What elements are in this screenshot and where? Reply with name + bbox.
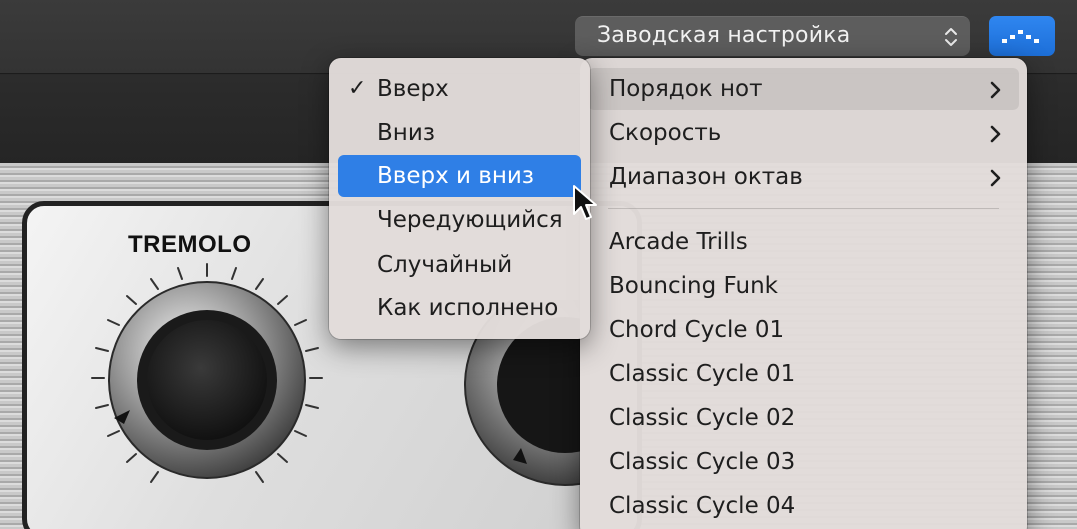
updown-arrows-icon — [945, 28, 957, 46]
preset-item-label: Classic Cycle 01 — [609, 361, 796, 387]
preset-select-value: Заводская настройка — [597, 23, 851, 48]
menu-separator — [608, 208, 999, 209]
arpeggiator-icon — [1002, 30, 1039, 43]
submenu-item-up[interactable]: ✓ Вверх — [338, 68, 581, 110]
preset-item-label: Classic Cycle 03 — [609, 449, 796, 475]
submenu-item-label: Вверх — [377, 76, 449, 102]
menu-item-octave-range[interactable]: Диапазон октав — [588, 156, 1019, 198]
chevron-right-icon — [990, 81, 1001, 99]
preset-item[interactable]: Classic Cycle 02 — [588, 397, 1019, 439]
preset-item-label: Arcade Trills — [609, 229, 748, 255]
submenu-item-label: Чередующийся — [377, 207, 563, 233]
menu-item-label: Скорость — [609, 120, 722, 146]
preset-item[interactable]: Classic Cycle 04 — [588, 485, 1019, 527]
menu-item-rate[interactable]: Скорость — [588, 112, 1019, 154]
preset-item-label: Chord Cycle 01 — [609, 317, 785, 343]
preset-item[interactable]: Classic Cycle 03 — [588, 441, 1019, 483]
submenu-item-as-played[interactable]: Как исполнено — [338, 287, 581, 329]
note-order-submenu: ✓ Вверх Вниз Вверх и вниз Чередующийся С… — [329, 58, 590, 339]
chevron-right-icon — [990, 125, 1001, 143]
menu-item-label: Порядок нот — [609, 76, 763, 102]
chevron-right-icon — [990, 169, 1001, 187]
mouse-cursor-icon — [573, 185, 597, 220]
submenu-item-label: Как исполнено — [377, 295, 559, 321]
submenu-item-label: Случайный — [377, 252, 513, 278]
submenu-item-label: Вниз — [377, 120, 435, 146]
arpeggiator-button[interactable] — [989, 16, 1055, 56]
preset-item[interactable]: Chord Cycle 01 — [588, 309, 1019, 351]
menu-item-label: Диапазон октав — [609, 164, 803, 190]
preset-item-label: Classic Cycle 02 — [609, 405, 796, 431]
preset-item[interactable]: Arcade Trills — [588, 221, 1019, 263]
preset-item[interactable]: Bouncing Funk — [588, 265, 1019, 307]
menu-item-note-order[interactable]: Порядок нот — [588, 68, 1019, 110]
preset-select[interactable]: Заводская настройка — [575, 16, 970, 56]
preset-item[interactable]: Classic Cycle 01 — [588, 353, 1019, 395]
submenu-item-alternating[interactable]: Чередующийся — [338, 199, 581, 241]
tremolo-knob[interactable] — [82, 258, 332, 529]
submenu-item-down[interactable]: Вниз — [338, 112, 581, 154]
submenu-item-label: Вверх и вниз — [377, 163, 535, 189]
checkmark-icon: ✓ — [348, 76, 367, 101]
preset-menu: Порядок нот Скорость Диапазон октав Arca… — [580, 58, 1027, 529]
submenu-item-up-and-down[interactable]: Вверх и вниз — [338, 155, 581, 197]
preset-item-label: Classic Cycle 04 — [609, 493, 796, 519]
panel-title: TREMOLO — [128, 231, 252, 258]
preset-item-label: Bouncing Funk — [609, 273, 778, 299]
submenu-item-random[interactable]: Случайный — [338, 244, 581, 286]
